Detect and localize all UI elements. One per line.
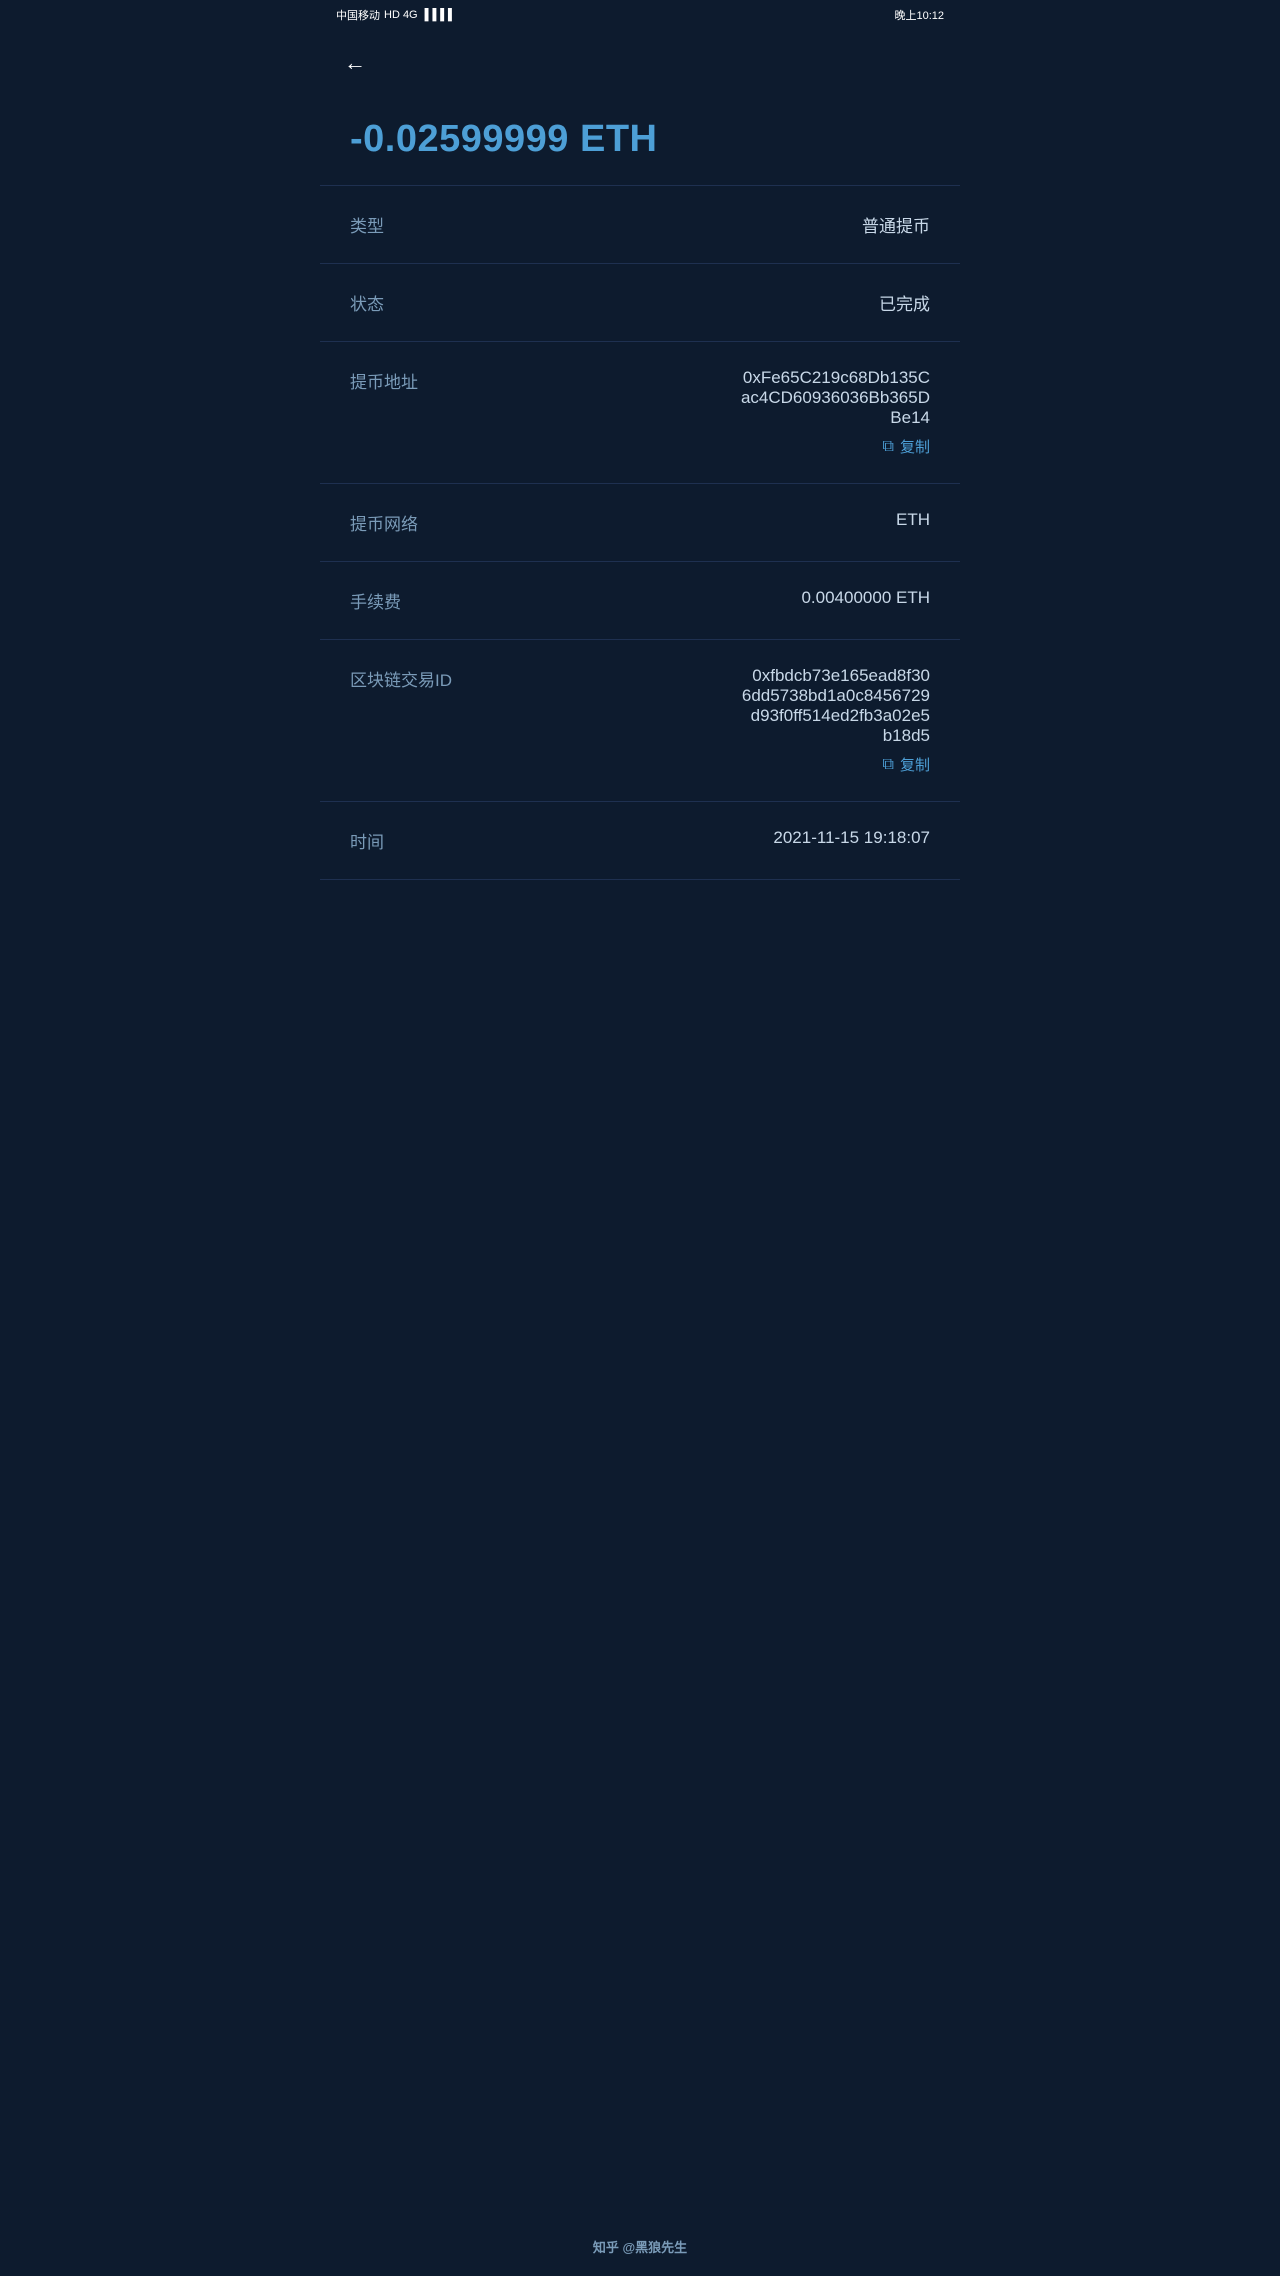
info-label-1: 状态 — [350, 290, 384, 315]
info-rows-container: 类型 普通提币状态 已完成提币地址 0xFe65C219c68Db135Cac4CD6… — [320, 186, 960, 880]
address-line: 0xfbdcb73e165ead8f30 — [752, 666, 930, 686]
info-row-5: 区块链交易ID 0xfbdcb73e165ead8f306dd5738bd1a0c… — [320, 640, 960, 802]
address-line: b18d5 — [883, 726, 930, 746]
copy-button-2[interactable]: ⧉ 复制 — [883, 436, 930, 457]
status-bar-left: 中国移动 HD 4G ▐▐▐▐ — [336, 7, 452, 23]
info-row-4: 手续费 0.00400000 ETH — [320, 562, 960, 640]
info-value-3: ETH — [896, 510, 930, 530]
address-line: 6dd5738bd1a0c8456729 — [742, 686, 930, 706]
amount-section: -0.02599999 ETH — [320, 88, 960, 185]
address-line: 0xFe65C219c68Db135C — [743, 368, 930, 388]
info-value-0: 普通提币 — [862, 212, 930, 237]
watermark-text: 知乎 @黑狼先生 — [593, 2240, 687, 2255]
info-row-0: 类型 普通提币 — [320, 186, 960, 264]
amount-display: -0.02599999 ETH — [350, 118, 930, 161]
address-line: d93f0ff514ed2fb3a02e5 — [751, 706, 930, 726]
info-row-1: 状态 已完成 — [320, 264, 960, 342]
time-display: 晚上10:12 — [894, 10, 944, 22]
address-line: ac4CD60936036Bb365D — [741, 388, 930, 408]
header: ← — [320, 30, 960, 88]
info-row-6: 时间 2021-11-15 19:18:07 — [320, 802, 960, 880]
info-value-6: 2021-11-15 19:18:07 — [773, 828, 930, 848]
signal-icons: HD 4G ▐▐▐▐ — [384, 9, 452, 21]
info-label-6: 时间 — [350, 828, 384, 853]
copy-label-5: 复制 — [900, 754, 930, 775]
info-row-3: 提币网络 ETH — [320, 484, 960, 562]
info-value-2: 0xFe65C219c68Db135Cac4CD60936036Bb365DBe… — [741, 368, 930, 457]
info-label-5: 区块链交易ID — [350, 666, 452, 691]
info-label-0: 类型 — [350, 212, 384, 237]
info-label-4: 手续费 — [350, 588, 401, 613]
info-row-2: 提币地址 0xFe65C219c68Db135Cac4CD60936036Bb36… — [320, 342, 960, 484]
info-value-1: 已完成 — [879, 290, 930, 315]
back-button[interactable]: ← — [340, 46, 370, 80]
info-label-3: 提币网络 — [350, 510, 418, 535]
address-line: Be14 — [890, 408, 930, 428]
info-value-4: 0.00400000 ETH — [801, 588, 930, 608]
copy-label-2: 复制 — [900, 436, 930, 457]
copy-icon-5: ⧉ — [883, 756, 894, 774]
info-label-2: 提币地址 — [350, 368, 418, 393]
carrier-text: 中国移动 — [336, 7, 380, 23]
info-value-5: 0xfbdcb73e165ead8f306dd5738bd1a0c8456729… — [742, 666, 930, 775]
status-bar-right: 晚上10:12 — [894, 7, 944, 23]
watermark: 知乎 @黑狼先生 — [0, 2237, 1280, 2256]
copy-icon-2: ⧉ — [883, 438, 894, 456]
status-bar: 中国移动 HD 4G ▐▐▐▐ 晚上10:12 — [320, 0, 960, 30]
copy-button-5[interactable]: ⧉ 复制 — [883, 754, 930, 775]
